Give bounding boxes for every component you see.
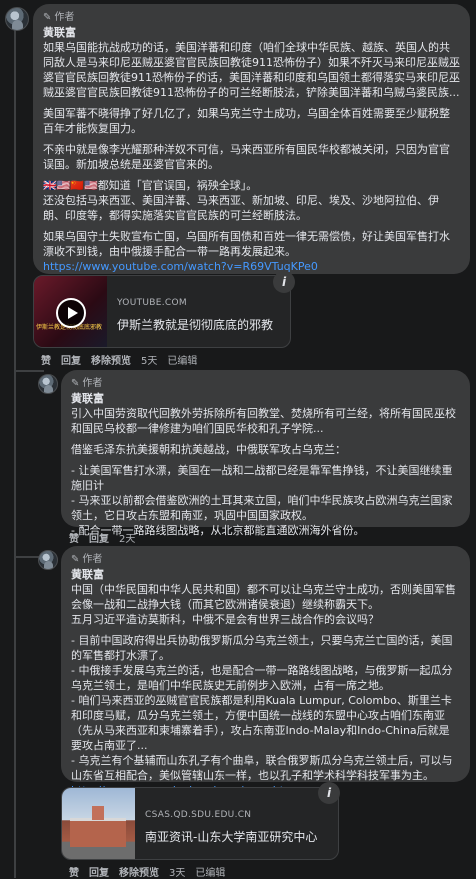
timestamp[interactable]: 2天 [119,530,135,545]
link-thumbnail[interactable] [62,788,135,859]
flag-emojis: 🇬🇧🇺🇸🇨🇳🇺🇸 [43,179,98,192]
edited-label[interactable]: 已编辑 [195,864,225,879]
comment-text: - 让美国军售打水漂，美国在一战和二战都已经是靠军售挣钱，不让美国继续重施旧计 [71,464,453,492]
link-domain: YOUTUBE.COM [117,298,187,308]
pencil-icon: ✎ [43,12,52,23]
avatar[interactable] [38,550,58,570]
comment-text: 中国（中华民国和中华人民共和国）都不可以让乌克兰守土成功，否则美国军售会像一战和… [71,583,456,611]
thread-line [14,30,16,878]
comment-text: 美国军蕃不晓得挣了好几亿了，如果乌克兰守土成功，乌国全体百姓需要至少赋税整百年才… [43,107,450,135]
comment-text: 引入中国劳资取代回教外劳拆除所有回教堂、焚烧所有可兰经，将所有国民巫校和国民乌校… [71,407,456,435]
comment-text: - 中俄接手发展乌克兰的话，也是配合一带一路路线图战略，与俄罗斯一起瓜分乌克兰领… [71,664,453,692]
comment-text: - 马来亚以前都会借鉴欧洲的土耳其来立国，咱们中华民族攻占欧洲乌克兰国家领土，它… [71,494,453,522]
comment-text: 都知道「官官误国，祸殃全球」。 [97,179,258,192]
pencil-icon: ✎ [71,378,80,389]
comment-actions: 赞 回复 移除预览 5天 已编辑 [41,352,197,367]
reply-button[interactable]: 回复 [89,864,109,879]
video-thumbnail[interactable]: 伊斯兰教是彻彻底底邪教 [34,276,107,347]
reply-button[interactable]: 回复 [89,530,109,545]
like-button[interactable]: 赞 [41,352,51,367]
building-shape [70,818,126,847]
comment-text: 五月习近平造访莫斯科，中俄不是会有世界三战合作的会议吗？ [71,613,379,626]
timestamp[interactable]: 5天 [141,352,157,367]
link-title[interactable]: 伊斯兰教就是彻彻底底的邪教 [117,316,273,333]
author-badge: ✎ 作者 [71,552,460,567]
comment-text: - 目前中国政府得出兵协助俄罗斯瓜分乌克兰领土，只要乌克兰亡国的话，美国的军售都… [71,634,453,662]
link-domain: CSAS.QD.SDU.EDU.CN [145,810,252,820]
comment-text: 不亲中就是像李光耀那种洋奴不可信，马来西亚所有国民华校都被关闭，只因为官官误国。… [43,143,450,171]
info-icon[interactable]: i [318,782,340,804]
author-name[interactable]: 黄联富 [43,25,460,40]
comment-bubble: ✎ 作者 黄联富 如果乌国能抗战成功的话，美国洋蕃和印度（咱们全球中华民族、越族… [33,4,470,274]
avatar[interactable] [5,7,29,31]
comment-text: 如果乌国能抗战成功的话，美国洋蕃和印度（咱们全球中华民族、越族、英国人的共同敌人… [43,41,460,99]
avatar[interactable] [38,374,58,394]
comment-bubble: ✎ 作者 黄联富 中国（中华民国和中华人民共和国）都不可以让乌克兰守土成功，否则… [61,546,470,797]
comment-link[interactable]: https://www.youtube.com/watch?v=R69VTuqK… [43,259,460,274]
info-icon[interactable]: i [273,271,295,293]
link-preview-card[interactable]: 伊斯兰教是彻彻底底邪教 YOUTUBE.COM 伊斯兰教就是彻彻底底的邪教 [33,275,291,348]
author-badge: ✎ 作者 [43,10,460,25]
comment-text-with-flags: 🇬🇧🇺🇸🇨🇳🇺🇸都知道「官官误国，祸殃全球」。 [43,178,460,193]
author-name[interactable]: 黄联富 [71,391,460,406]
author-name[interactable]: 黄联富 [71,567,460,582]
comment-text: - 咱们马来西亚的巫贼官官民族都是利用Kuala Lumpur, Colombo… [71,694,452,752]
reply-button[interactable]: 回复 [61,352,81,367]
author-badge-label: 作者 [54,12,75,23]
like-button[interactable]: 赞 [69,864,79,879]
play-icon[interactable] [56,298,86,328]
comment-actions: 赞 回复 2天 [69,530,135,545]
timestamp[interactable]: 3天 [169,864,185,879]
comment-text: 如果乌国守土失败宣布亡国，乌国所有国债和百姓一律无需偿债，好让美国军售打水漂收不… [43,230,450,258]
building-tower [92,806,104,820]
link-preview-card[interactable]: CSAS.QD.SDU.EDU.CN 南亚资讯-山东大学南亚研究中心 [61,787,339,860]
remove-preview-button[interactable]: 移除预览 [119,864,159,879]
author-badge: ✎ 作者 [71,376,460,391]
edited-label[interactable]: 已编辑 [167,352,197,367]
remove-preview-button[interactable]: 移除预览 [91,352,131,367]
comment-text: 还没包括马来西亚、美国洋蕃、马来西亚、新加坡、印尼、埃及、沙地阿拉伯、伊朗、印度… [43,194,439,222]
pencil-icon: ✎ [71,554,80,565]
like-button[interactable]: 赞 [69,530,79,545]
link-title[interactable]: 南亚资讯-山东大学南亚研究中心 [145,828,317,845]
author-badge-label: 作者 [82,554,103,565]
thread-line-branch [14,370,44,372]
comment-actions: 赞 回复 移除预览 3天 已编辑 [69,864,225,879]
comment-text: 借鉴毛泽东抗美援朝和抗美越战，中俄联军攻占乌克兰： [71,443,346,456]
comment-bubble: ✎ 作者 黄联富 引入中国劳资取代回教外劳拆除所有回教堂、焚烧所有可兰经，将所有… [61,370,470,537]
comment-text: - 乌克兰有个基辅而山东孔子有个曲阜，联合俄罗斯瓜分乌克兰领土后，可以与山东省互… [71,754,453,782]
author-badge-label: 作者 [82,378,103,389]
